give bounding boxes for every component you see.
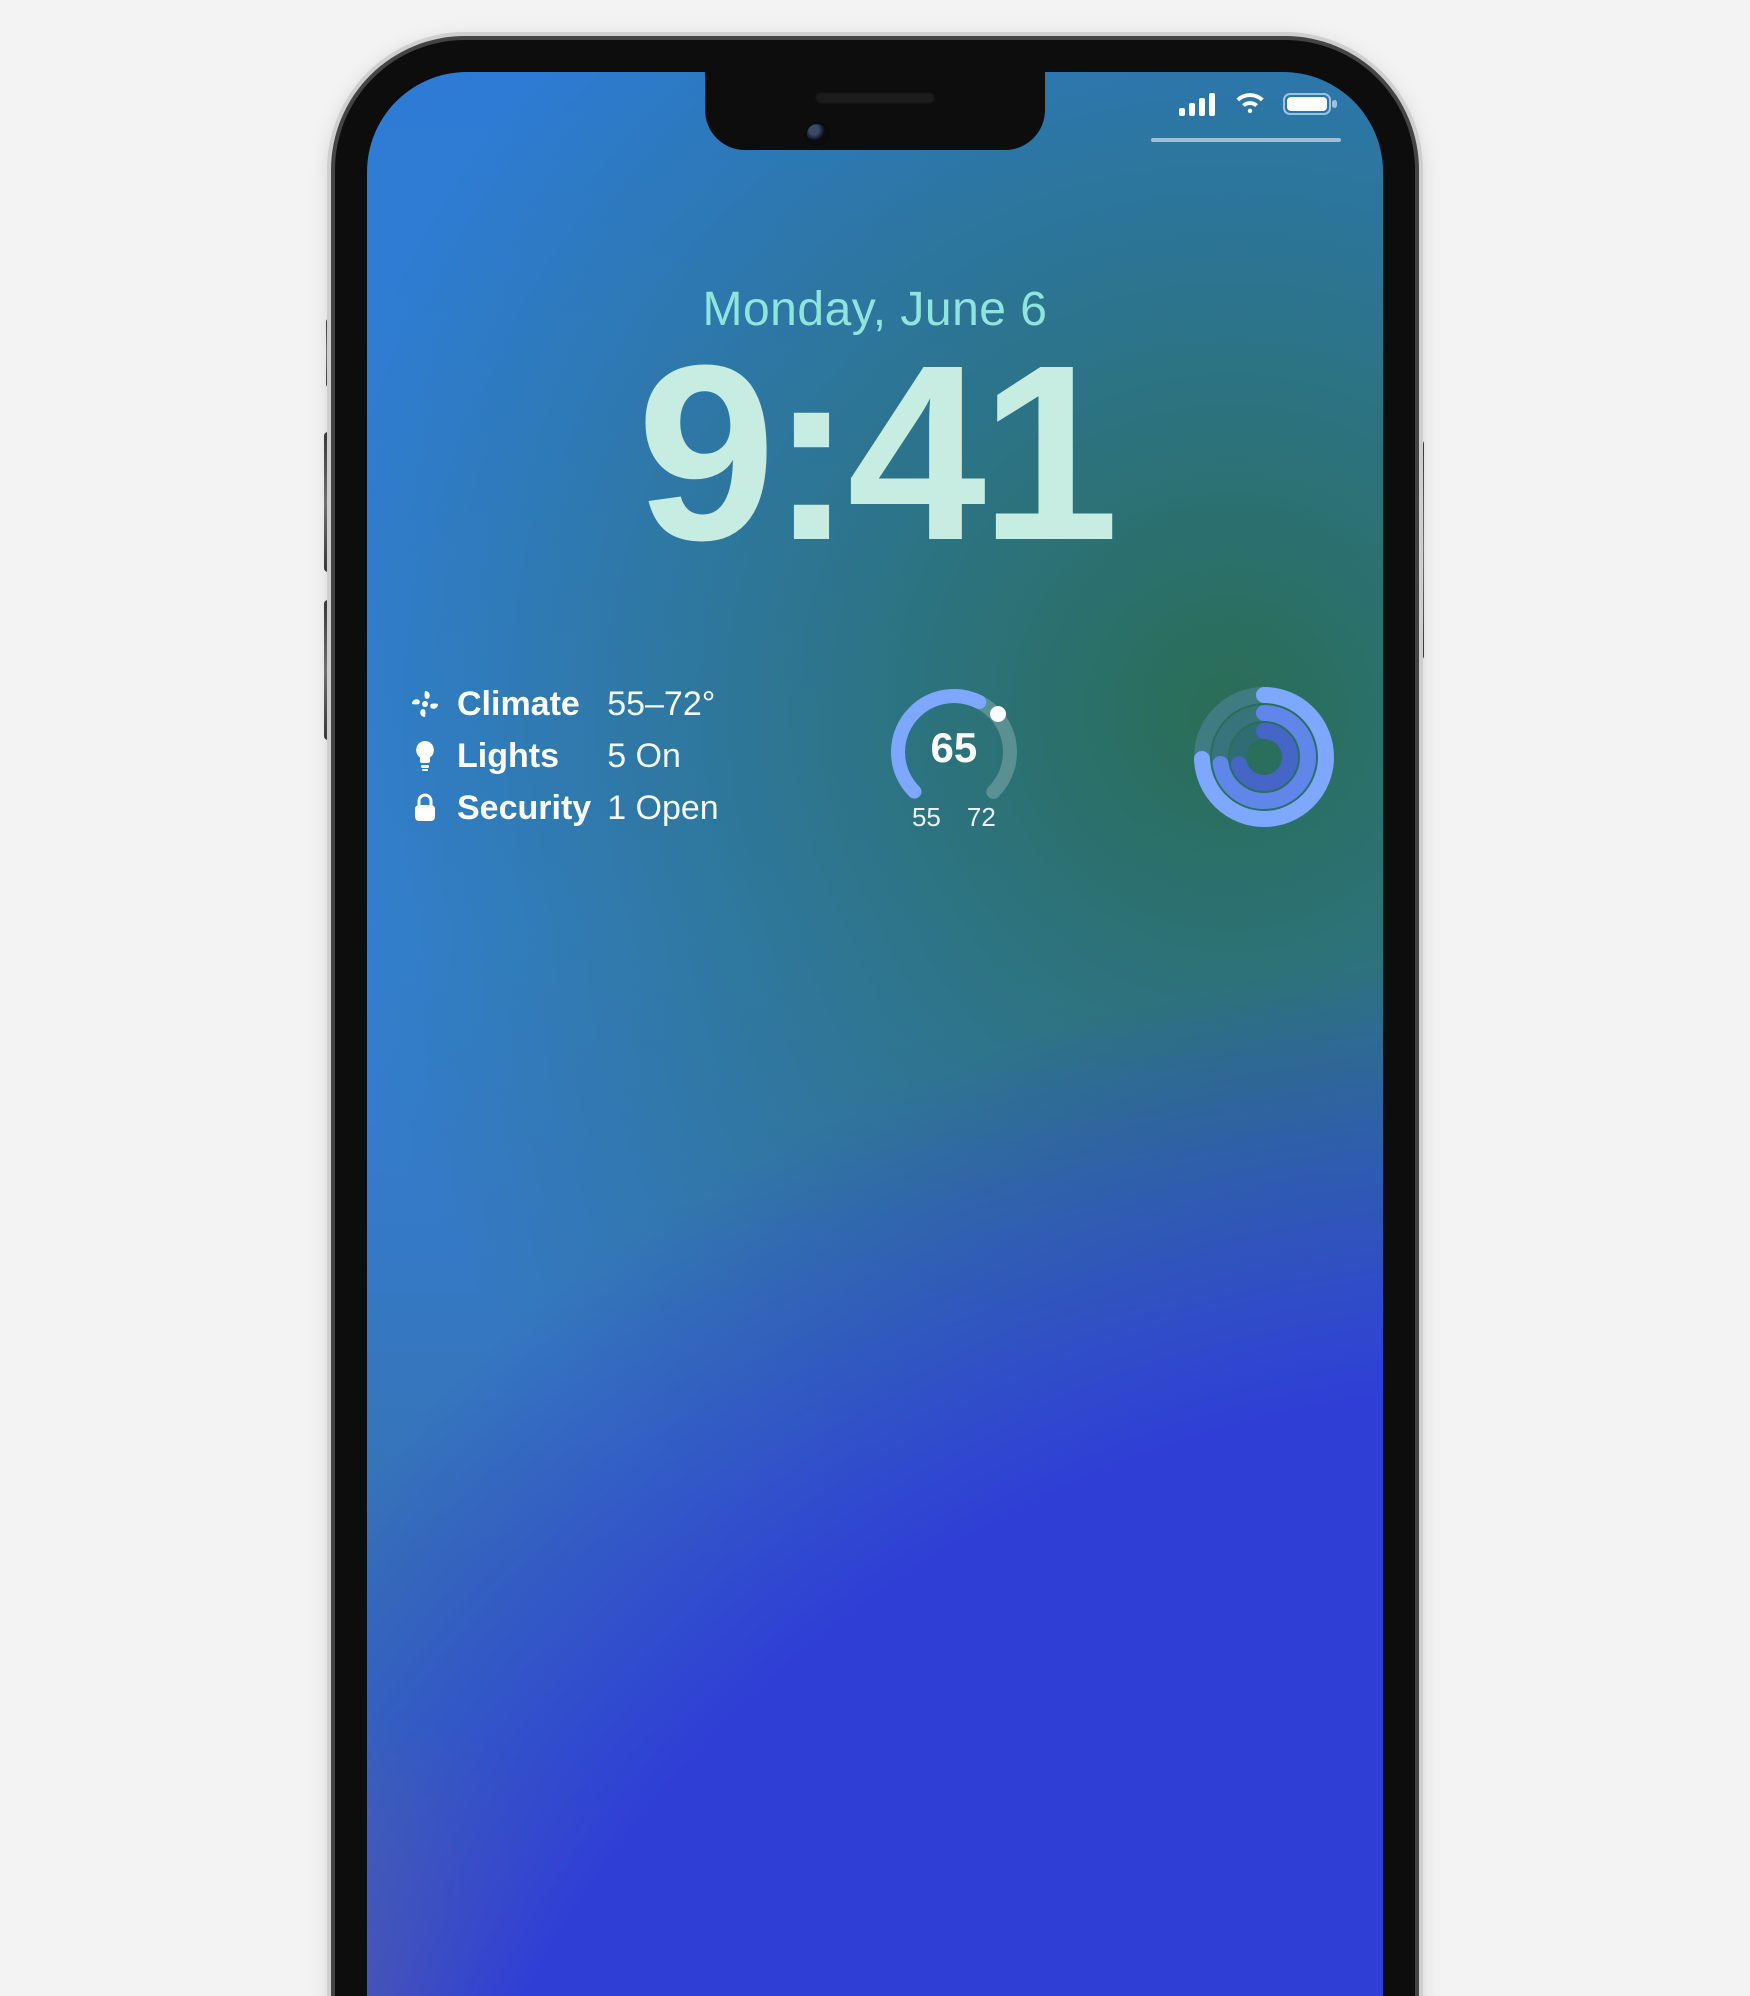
home-row-label: Climate [457,682,591,726]
speaker-grille [815,92,935,104]
side-button [1414,440,1424,660]
volume-down-button [324,600,334,740]
battery-icon [1283,92,1339,116]
wifi-icon [1233,92,1267,116]
status-underline [1151,138,1341,142]
lock-screen[interactable]: Monday, June 6 9:41 Climate 55–72° [367,72,1383,1996]
home-row-value: 5 On [607,734,719,778]
activity-rings-widget[interactable] [1189,682,1339,832]
home-row-label: Security [457,786,591,830]
front-camera [807,124,827,144]
volume-up-button [324,432,334,572]
lock-icon [411,793,439,823]
phone-frame: Monday, June 6 9:41 Climate 55–72° [335,40,1415,1996]
lock-screen-clock: 9:41 [367,322,1383,585]
bulb-icon [411,741,439,771]
gauge-value: 65 [884,724,1024,772]
home-row-label: Lights [457,734,591,778]
home-row-value: 1 Open [607,786,719,830]
gauge-range: 55 72 [884,802,1024,833]
gauge-range-low: 55 [912,802,941,833]
temperature-gauge-widget[interactable]: 65 55 72 [884,682,1024,852]
home-row-value: 55–72° [607,682,719,726]
status-bar [1179,92,1339,116]
home-summary-widget[interactable]: Climate 55–72° Lights 5 On [411,682,719,831]
widget-row: Climate 55–72° Lights 5 On [411,682,1339,852]
cellular-signal-icon [1179,92,1217,116]
fan-icon [411,690,439,718]
gauge-range-high: 72 [967,802,996,833]
notch [705,72,1045,150]
